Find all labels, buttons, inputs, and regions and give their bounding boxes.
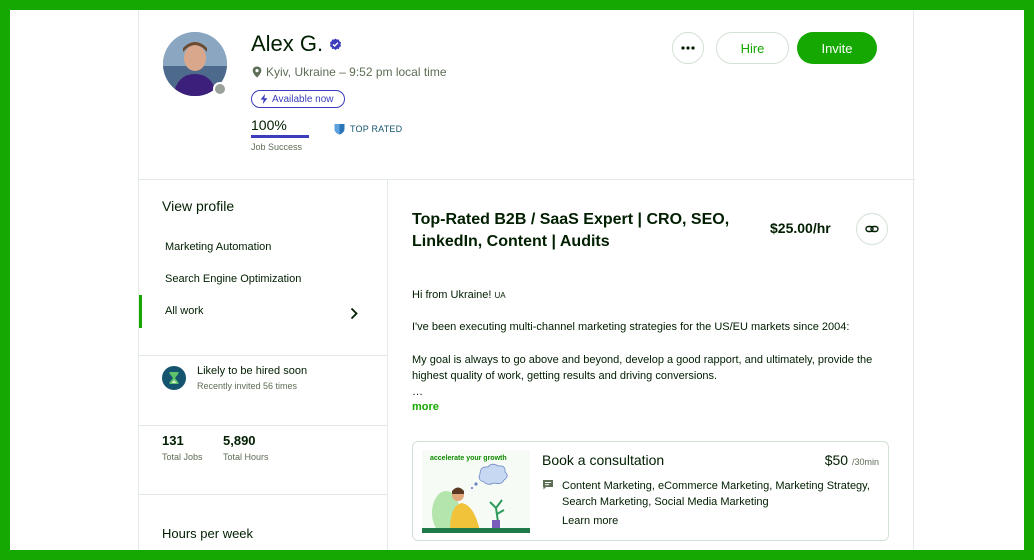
consultation-card[interactable]: accelerate your growth Book a consultati…	[412, 441, 889, 541]
hourly-rate: $25.00/hr	[770, 220, 831, 236]
sidebar-item-marketing-automation[interactable]: Marketing Automation	[165, 241, 271, 253]
online-status-dot	[213, 82, 227, 96]
page-frame: Alex G. Kyiv, Ukraine – 9:52 pm local ti…	[10, 10, 1024, 550]
sidebar-divider	[139, 494, 388, 495]
description-paragraph: I've been executing multi-channel market…	[412, 321, 850, 333]
stat-label: Total Jobs	[162, 452, 203, 462]
likely-hired-subtitle: Recently invited 56 times	[197, 381, 298, 391]
hourglass-badge	[162, 366, 186, 390]
sidebar-divider	[139, 425, 388, 426]
top-rated-badge: TOP RATED	[334, 123, 402, 135]
stat-total-hours: 5,890 Total Hours	[223, 433, 269, 462]
job-success-value: 100%	[251, 117, 287, 133]
more-options-button[interactable]	[672, 32, 704, 64]
job-success: 100% Job Success	[251, 117, 309, 152]
verified-badge-icon	[330, 37, 342, 50]
stat-value: 5,890	[223, 433, 256, 448]
hourglass-icon	[169, 372, 179, 384]
price-unit: /30min	[851, 457, 879, 467]
top-rated-shield-icon	[334, 124, 345, 135]
freelancer-name: Alex G.	[251, 31, 324, 56]
link-icon	[865, 225, 879, 233]
illustration-svg: accelerate your growth	[422, 450, 530, 533]
top-rated-label: TOP RATED	[350, 124, 403, 134]
active-indicator	[139, 295, 142, 328]
hours-per-week-heading: Hours per week	[162, 526, 254, 541]
location-pin-icon	[252, 66, 262, 78]
likely-hired-title: Likely to be hired soon	[197, 365, 308, 377]
invite-button[interactable]: Invite	[797, 32, 877, 64]
learn-more-link[interactable]: Learn more	[562, 515, 618, 527]
availability-text: Available now	[272, 93, 334, 105]
sidebar-divider	[139, 355, 388, 356]
sidebar: View profile Marketing Automation Search…	[139, 180, 388, 550]
lightning-icon	[260, 94, 268, 104]
consultation-skills: Content Marketing, eCommerce Marketing, …	[562, 480, 870, 508]
job-success-label: Job Success	[251, 142, 303, 152]
more-link[interactable]: more	[412, 401, 439, 413]
description-ellipsis: …	[412, 386, 423, 398]
consultation-price: $50 /30min	[825, 452, 879, 468]
description-paragraph: My goal is always to go above and beyond…	[412, 354, 873, 382]
chevron-right-icon[interactable]	[350, 307, 358, 320]
consultation-title: Book a consultation	[542, 452, 665, 468]
profile-card: Alex G. Kyiv, Ukraine – 9:52 pm local ti…	[138, 10, 915, 550]
sidebar-item-all-work[interactable]: All work	[165, 305, 204, 317]
stat-total-jobs: 131 Total Jobs	[162, 433, 203, 462]
job-success-bar	[251, 135, 309, 138]
flag-text: UA	[494, 291, 506, 300]
price-value: $50	[824, 452, 849, 468]
availability-badge[interactable]: Available now	[251, 90, 345, 108]
more-dots-icon	[681, 46, 695, 50]
copy-link-button[interactable]	[856, 213, 888, 245]
hire-button[interactable]: Hire	[716, 32, 789, 64]
stat-label: Total Hours	[223, 452, 269, 462]
main-content: Top-Rated B2B / SaaS Expert | CRO, SEO, …	[389, 180, 915, 550]
greeting-text: Hi from Ukraine!	[412, 289, 492, 301]
profile-title: Top-Rated B2B / SaaS Expert | CRO, SEO, …	[412, 211, 730, 250]
illustration-caption: accelerate your growth	[430, 455, 507, 462]
sidebar-title: View profile	[162, 198, 235, 214]
location-text: Kyiv, Ukraine – 9:52 pm local time	[266, 65, 447, 79]
description-greeting: Hi from Ukraine! UA	[412, 287, 890, 304]
sidebar-item-seo[interactable]: Search Engine Optimization	[165, 273, 301, 285]
chat-icon	[543, 480, 553, 490]
stat-value: 131	[162, 433, 184, 448]
consultation-illustration: accelerate your growth	[422, 450, 530, 533]
